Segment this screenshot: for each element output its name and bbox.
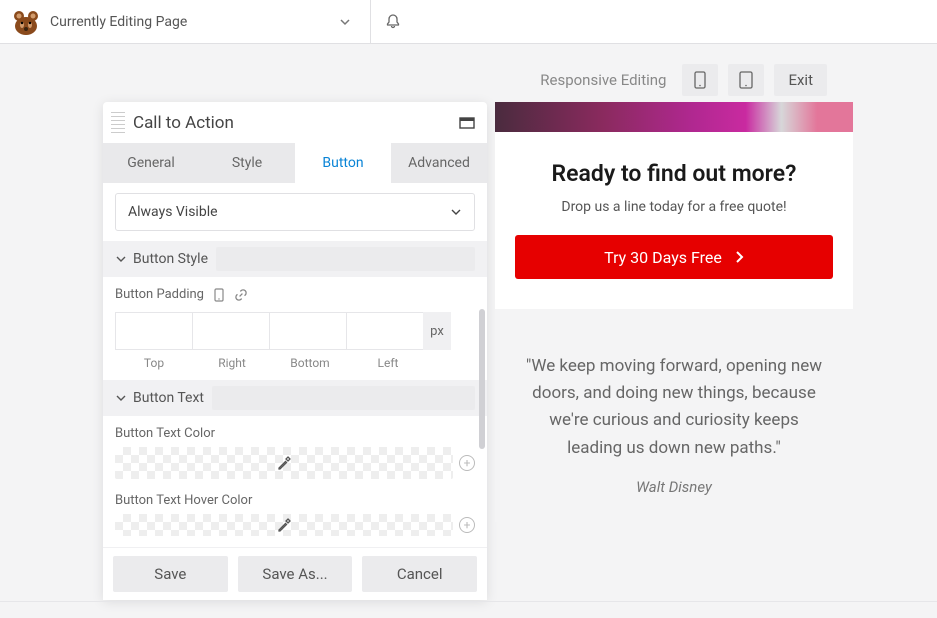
section-track (216, 247, 475, 271)
exit-button[interactable]: Exit (774, 64, 827, 96)
panel-footer: Save Save As... Cancel (103, 547, 487, 600)
panel-header[interactable]: Call to Action (103, 102, 487, 143)
preview-canvas: Ready to find out more? Drop us a line t… (495, 102, 853, 522)
panel-tabs: General Style Button Advanced (103, 143, 487, 183)
save-as-button[interactable]: Save As... (238, 556, 353, 592)
padding-top-input[interactable] (115, 312, 193, 350)
footer-divider (0, 601, 937, 602)
page-label: Currently Editing Page (50, 14, 187, 30)
chevron-down-icon (115, 253, 127, 265)
padding-label-row: Button Padding (115, 287, 475, 302)
section-track (212, 386, 475, 410)
hero-image (495, 102, 853, 132)
app-logo (8, 4, 44, 40)
cta-heading: Ready to find out more? (515, 160, 833, 187)
device-mobile-button[interactable] (682, 64, 718, 96)
responsive-toggle-icon[interactable] (214, 288, 224, 302)
quote-text: "We keep moving forward, opening new doo… (521, 353, 827, 462)
section-button-style[interactable]: Button Style (103, 241, 487, 277)
eyedropper-icon (276, 455, 292, 471)
chevron-down-icon (450, 206, 462, 218)
quote-block: "We keep moving forward, opening new doo… (495, 309, 853, 522)
link-values-icon[interactable] (231, 285, 251, 305)
padding-bottom-input[interactable] (269, 312, 347, 350)
exit-label: Exit (788, 71, 813, 89)
add-color-button[interactable]: + (459, 517, 475, 533)
bell-icon (384, 13, 402, 31)
visibility-select[interactable]: Always Visible (115, 193, 475, 231)
section-button-text[interactable]: Button Text (103, 380, 487, 416)
tab-style[interactable]: Style (199, 143, 295, 183)
text-color-picker[interactable] (115, 447, 453, 479)
chevron-right-icon (734, 250, 744, 264)
section-label: Button Style (133, 251, 208, 267)
panel-title: Call to Action (133, 113, 459, 133)
resize-icon[interactable] (459, 117, 475, 129)
text-hover-color-label: Button Text Hover Color (115, 493, 475, 508)
cancel-button[interactable]: Cancel (362, 556, 477, 592)
device-tablet-button[interactable] (728, 64, 764, 96)
responsive-editing-bar: Responsive Editing Exit (540, 64, 827, 96)
notifications-button[interactable] (371, 13, 415, 31)
scrollbar[interactable] (479, 309, 485, 449)
section-label: Button Text (133, 390, 204, 406)
padding-unit[interactable]: px (423, 312, 451, 350)
tab-button[interactable]: Button (295, 143, 391, 183)
settings-panel: Call to Action General Style Button Adva… (103, 102, 487, 600)
cta-button[interactable]: Try 30 Days Free (515, 235, 833, 279)
visibility-value: Always Visible (128, 204, 218, 220)
chevron-down-icon (115, 392, 127, 404)
padding-bottom-label: Bottom (271, 356, 349, 370)
drag-handle-icon[interactable] (111, 112, 125, 133)
mobile-icon (694, 71, 706, 89)
chevron-down-icon (338, 15, 352, 29)
currently-editing-dropdown[interactable]: Currently Editing Page (50, 14, 370, 30)
padding-inputs: px (115, 312, 475, 350)
tablet-icon (739, 71, 753, 89)
eyedropper-icon (276, 517, 292, 533)
responsive-label: Responsive Editing (540, 71, 666, 89)
tab-advanced[interactable]: Advanced (391, 143, 487, 183)
quote-author: Walt Disney (521, 478, 827, 496)
cta-button-label: Try 30 Days Free (604, 248, 722, 267)
tab-general[interactable]: General (103, 143, 199, 183)
padding-left-input[interactable] (346, 312, 424, 350)
save-button[interactable]: Save (113, 556, 228, 592)
padding-label: Button Padding (115, 287, 204, 302)
text-hover-color-picker[interactable] (115, 514, 453, 536)
add-color-button[interactable]: + (459, 455, 475, 471)
padding-right-input[interactable] (192, 312, 270, 350)
padding-right-label: Right (193, 356, 271, 370)
text-color-label: Button Text Color (115, 426, 475, 441)
panel-body: Always Visible Button Style Button Paddi… (103, 183, 487, 547)
padding-left-label: Left (349, 356, 427, 370)
cta-block: Ready to find out more? Drop us a line t… (495, 132, 853, 309)
padding-top-label: Top (115, 356, 193, 370)
topbar: Currently Editing Page (0, 0, 937, 44)
cta-subtext: Drop us a line today for a free quote! (515, 199, 833, 215)
